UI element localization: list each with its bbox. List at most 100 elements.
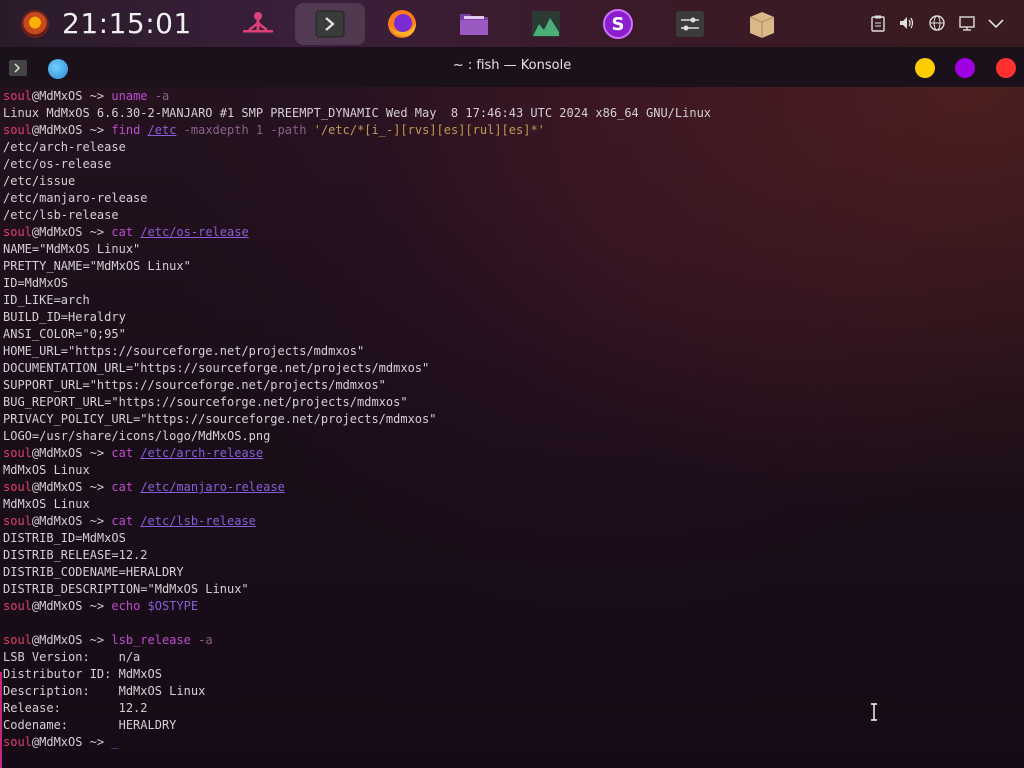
terminal-output: soul@MdMxOS ~> uname -a Linux MdMxOS 6.6.… (3, 88, 1024, 751)
prompt-user: soul (3, 225, 32, 239)
command-name: cat (111, 514, 134, 528)
output-line: MdMxOS Linux (3, 463, 90, 477)
output-line: DOCUMENTATION_URL="https://sourceforge.n… (3, 361, 430, 375)
prompt-path: ~> (82, 446, 112, 460)
prompt-path: ~> (82, 735, 112, 749)
pin-icon[interactable] (223, 3, 293, 45)
prompt-host: @MdMxOS (31, 514, 83, 528)
output-line: Linux MdMxOS 6.6.30-2-MANJARO #1 SMP PRE… (3, 106, 712, 120)
prompt-line: soul@MdMxOS ~> cat /etc/lsb-release (3, 513, 1024, 530)
output-line: ANSI_COLOR="0;95" (3, 327, 126, 341)
output-line: Description: MdMxOS Linux (3, 684, 206, 698)
prompt-line: soul@MdMxOS ~> uname -a (3, 88, 1024, 105)
output-line: MdMxOS Linux (3, 497, 90, 511)
prompt-path: ~> (82, 599, 112, 613)
network-globe-icon[interactable] (928, 14, 946, 32)
prompt-user: soul (3, 446, 32, 460)
command-name: find (111, 123, 141, 137)
app-s-icon[interactable]: S (583, 3, 653, 45)
output-line: Distributor ID: MdMxOS (3, 667, 162, 681)
prompt-host: @MdMxOS (31, 89, 83, 103)
command-name: lsb_release (111, 633, 191, 647)
output-line: ID_LIKE=arch (3, 293, 90, 307)
output-line: /etc/os-release (3, 157, 112, 171)
command-name: cat (111, 480, 134, 494)
terminal-view[interactable]: soul@MdMxOS ~> uname -a Linux MdMxOS 6.6.… (0, 87, 1024, 768)
prompt-path: ~> (82, 480, 112, 494)
output-line: LOGO=/usr/share/icons/logo/MdMxOS.png (3, 429, 271, 443)
output-line: DISTRIB_RELEASE=12.2 (3, 548, 148, 562)
terminal-cursor: _ (111, 735, 119, 749)
app-launcher-logo-icon[interactable] (21, 10, 49, 38)
file-manager-icon[interactable] (439, 3, 509, 45)
window-titlebar[interactable]: ~ : fish — Konsole (0, 47, 1024, 87)
command-name: uname (111, 89, 148, 103)
command-name: echo (111, 599, 141, 613)
output-line: NAME="MdMxOS Linux" (3, 242, 141, 256)
maximize-button[interactable] (955, 58, 975, 78)
system-monitor-icon[interactable] (511, 3, 581, 45)
firefox-icon[interactable] (367, 3, 437, 45)
prompt-host: @MdMxOS (31, 123, 83, 137)
display-icon[interactable] (958, 14, 976, 32)
prompt-line: soul@MdMxOS ~> cat /etc/manjaro-release (3, 479, 1024, 496)
volume-icon[interactable] (898, 14, 916, 32)
clipboard-icon[interactable] (869, 14, 887, 32)
output-line: /etc/manjaro-release (3, 191, 148, 205)
output-line: LSB Version: n/a (3, 650, 141, 664)
panel-clock[interactable]: 21:15:01 (62, 6, 192, 42)
output-line: BUILD_ID=Heraldry (3, 310, 126, 324)
prompt-path: ~> (82, 123, 112, 137)
command-path-arg: /etc (147, 123, 177, 137)
output-line: PRIVACY_POLICY_URL="https://sourceforge.… (3, 412, 437, 426)
output-line: SUPPORT_URL="https://sourceforge.net/pro… (3, 378, 386, 392)
output-line: /etc/lsb-release (3, 208, 119, 222)
window-title: ~ : fish — Konsole (452, 58, 572, 73)
output-line: DISTRIB_CODENAME=HERALDRY (3, 565, 184, 579)
command-path-arg: /etc/arch-release (140, 446, 264, 460)
prompt-user: soul (3, 599, 32, 613)
command-args: -a (190, 633, 213, 647)
prompt-user: soul (3, 735, 32, 749)
prompt-path: ~> (82, 89, 112, 103)
prompt-host: @MdMxOS (31, 599, 83, 613)
command-variable: $OSTYPE (147, 599, 199, 613)
command-path-arg: /etc/lsb-release (140, 514, 256, 528)
command-name: cat (111, 446, 134, 460)
prompt-path: ~> (82, 225, 112, 239)
prompt-line: soul@MdMxOS ~> _ (3, 734, 1024, 751)
output-line: PRETTY_NAME="MdMxOS Linux" (3, 259, 191, 273)
settings-icon[interactable] (655, 3, 725, 45)
prompt-user: soul (3, 633, 32, 647)
output-line: DISTRIB_DESCRIPTION="MdMxOS Linux" (3, 582, 249, 596)
output-line: /etc/arch-release (3, 140, 126, 154)
prompt-line: soul@MdMxOS ~> lsb_release -a (3, 632, 1024, 649)
prompt-host: @MdMxOS (31, 225, 83, 239)
svg-text:S: S (612, 14, 625, 35)
package-icon[interactable] (727, 3, 797, 45)
prompt-line: soul@MdMxOS ~> cat /etc/os-release (3, 224, 1024, 241)
command-path-arg: /etc/os-release (140, 225, 249, 239)
prompt-host: @MdMxOS (31, 446, 83, 460)
command-name: cat (111, 225, 134, 239)
prompt-host: @MdMxOS (31, 633, 83, 647)
close-button[interactable] (996, 58, 1016, 78)
minimize-button[interactable] (915, 58, 935, 78)
prompt-line: soul@MdMxOS ~> find /etc -maxdepth 1 -pa… (3, 122, 1024, 139)
prompt-user: soul (3, 89, 32, 103)
top-panel: 21:15:01 S (0, 0, 1024, 47)
command-args: -maxdepth 1 -path (176, 123, 314, 137)
konsole-icon[interactable] (295, 3, 365, 45)
prompt-user: soul (3, 480, 32, 494)
chevron-down-icon[interactable] (987, 14, 1005, 32)
command-args: -a (147, 89, 170, 103)
prompt-line: soul@MdMxOS ~> cat /etc/arch-release (3, 445, 1024, 462)
output-line: HOME_URL="https://sourceforge.net/projec… (3, 344, 365, 358)
output-line: BUG_REPORT_URL="https://sourceforge.net/… (3, 395, 408, 409)
output-line: /etc/issue (3, 174, 76, 188)
prompt-path: ~> (82, 514, 112, 528)
prompt-user: soul (3, 123, 32, 137)
prompt-user: soul (3, 514, 32, 528)
prompt-host: @MdMxOS (31, 735, 83, 749)
